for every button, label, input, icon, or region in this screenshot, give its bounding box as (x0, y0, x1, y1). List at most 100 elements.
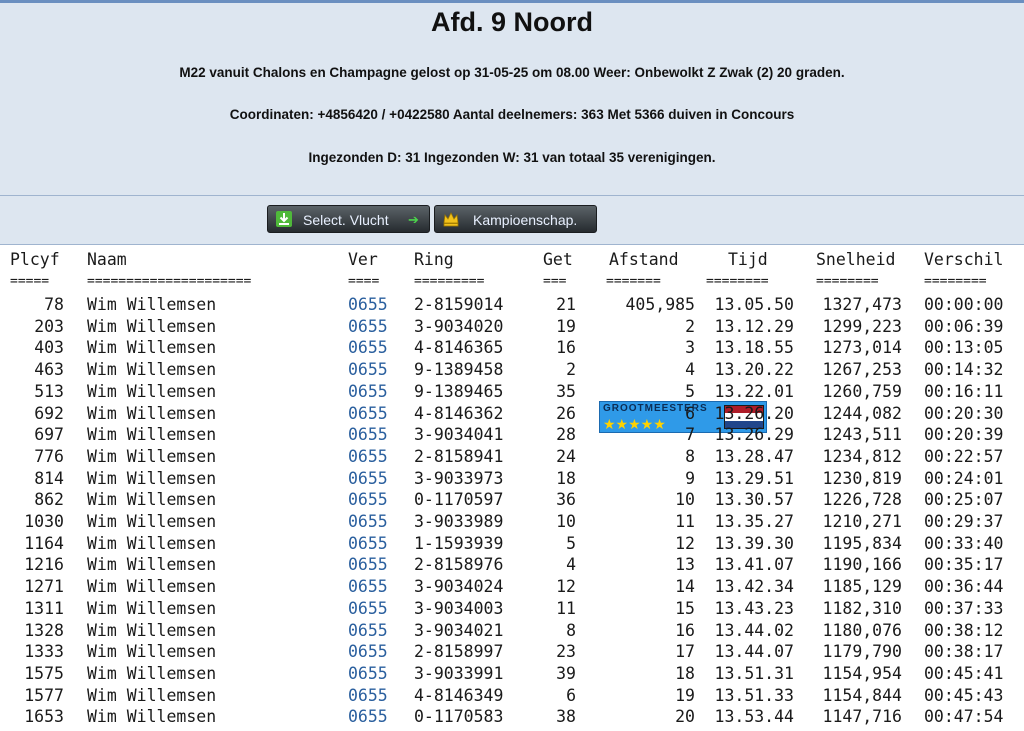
separator-plcyf: ===== (10, 274, 50, 289)
cell-verschil: 00:38:12 (924, 620, 1004, 640)
cell-ver[interactable]: 0655 (348, 404, 388, 423)
cell-snelheid: 1244,082 (822, 403, 902, 423)
cell-ver[interactable]: 0655 (348, 295, 388, 314)
cell-tijd: 13.12.29 (714, 316, 794, 336)
cell-ring: 2-8158941 (414, 446, 504, 466)
cell-afstand: 19 (675, 685, 695, 705)
cell-plcyf: 814 (34, 468, 64, 488)
cell-ver[interactable]: 0655 (348, 447, 388, 466)
cell-ver[interactable]: 0655 (348, 338, 388, 357)
cell-ver[interactable]: 0655 (348, 512, 388, 531)
separator-afstand: ======= (606, 274, 661, 289)
select-flight-button[interactable]: Select. Vlucht ➔ (267, 205, 430, 233)
table-row: 1333 Wim Willemsen 0655 2-8158997 23 17 13.44.… (0, 642, 1024, 664)
cell-afstand: 17 (675, 642, 695, 662)
cell-ring: 1-1593939 (414, 533, 504, 553)
cell-afstand: 5 (685, 381, 695, 401)
cell-get: 21 (556, 295, 576, 314)
cell-ring: 4-8146365 (414, 338, 504, 358)
col-header-naam: Naam (87, 250, 127, 269)
cell-tijd: 13.41.07 (714, 555, 794, 575)
cell-naam: Wim Willemsen (87, 360, 217, 380)
cell-afstand: 15 (675, 598, 695, 618)
cell-plcyf: 1030 (24, 512, 64, 531)
cell-plcyf: 1271 (24, 577, 64, 597)
cell-ver[interactable]: 0655 (348, 621, 388, 640)
cell-verschil: 00:38:17 (924, 642, 1004, 662)
cell-naam: Wim Willemsen (87, 338, 217, 358)
championship-button[interactable]: Kampioenschap. (434, 205, 597, 233)
cell-ring: 9-1389465 (414, 381, 504, 401)
col-header-ring: Ring (414, 250, 454, 269)
cell-get: 6 (566, 685, 576, 705)
cell-tijd: 13.29.51 (714, 468, 794, 488)
cell-ring: 9-1389458 (414, 360, 504, 380)
cell-naam: Wim Willemsen (87, 642, 217, 662)
cell-naam: Wim Willemsen (87, 707, 217, 727)
cell-tijd: 13.39.30 (714, 533, 794, 553)
cell-verschil: 00:47:54 (924, 707, 1004, 727)
cell-snelheid: 1185,129 (822, 577, 902, 597)
cell-ver[interactable]: 0655 (348, 360, 388, 379)
cell-afstand: 2 (685, 316, 695, 336)
cell-snelheid: 1154,954 (822, 663, 902, 683)
cell-tijd: 13.28.47 (714, 446, 794, 466)
cell-ring: 3-9034041 (414, 425, 504, 445)
submitted-info: Ingezonden D: 31 Ingezonden W: 31 van to… (308, 150, 716, 165)
cell-ver[interactable]: 0655 (348, 469, 388, 488)
cell-afstand: 6 (685, 403, 695, 423)
cell-afstand: 12 (675, 533, 695, 553)
cell-verschil: 00:36:44 (924, 577, 1004, 597)
cell-tijd: 13.44.07 (714, 642, 794, 662)
cell-afstand: 10 (675, 490, 695, 510)
table-row: 403 Wim Willemsen 0655 4-8146365 16 3 13.18.55… (0, 338, 1024, 360)
cell-ring: 3-9034020 (414, 316, 504, 336)
cell-naam: Wim Willemsen (87, 316, 217, 336)
cell-verschil: 00:20:30 (924, 403, 1004, 423)
results-table: Plcyf Naam Ver Ring Get Afstand Tijd Sne… (0, 246, 1024, 731)
cell-ver[interactable]: 0655 (348, 425, 388, 444)
cell-ver[interactable]: 0655 (348, 642, 388, 661)
table-row: 1271 Wim Willemsen 0655 3-9034024 12 14 13.42.… (0, 577, 1024, 599)
cell-ring: 3-9034003 (414, 598, 504, 618)
cell-tijd: 13.05.50 (714, 295, 794, 314)
cell-get: 5 (566, 533, 576, 553)
cell-plcyf: 862 (34, 490, 64, 510)
separator-get: === (543, 274, 567, 289)
table-row: 463 Wim Willemsen 0655 9-1389458 2 4 13.20.22 1… (0, 360, 1024, 382)
cell-verschil: 00:16:11 (924, 381, 1004, 401)
cell-ver[interactable]: 0655 (348, 686, 388, 705)
cell-get: 16 (556, 338, 576, 358)
cell-ring: 3-9034024 (414, 577, 504, 597)
cell-verschil: 00:24:01 (924, 468, 1004, 488)
cell-get: 38 (556, 707, 576, 727)
cell-ver[interactable]: 0655 (348, 599, 388, 618)
cell-snelheid: 1260,759 (822, 381, 902, 401)
cell-plcyf: 513 (34, 381, 64, 401)
cell-ver[interactable]: 0655 (348, 490, 388, 509)
cell-ver[interactable]: 0655 (348, 707, 388, 726)
cell-tijd: 13.53.44 (714, 707, 794, 727)
cell-naam: Wim Willemsen (87, 381, 217, 401)
table-row: 1030 Wim Willemsen 0655 3-9033989 10 11 13.35.… (0, 512, 1024, 534)
cell-plcyf: 776 (34, 446, 64, 466)
table-row: 513 Wim Willemsen 0655 9-1389465 35 5 13.22.01… (0, 382, 1024, 404)
cell-ver[interactable]: 0655 (348, 555, 388, 574)
arrow-right-icon: ➔ (408, 212, 419, 227)
toolbar: Select. Vlucht ➔ Kampioenschap. GROOTMEE… (0, 196, 1024, 433)
cell-snelheid: 1230,819 (822, 468, 902, 488)
cell-get: 19 (556, 316, 576, 336)
cell-ver[interactable]: 0655 (348, 382, 388, 401)
cell-snelheid: 1147,716 (822, 707, 902, 727)
cell-ver[interactable]: 0655 (348, 317, 388, 336)
table-row: 862 Wim Willemsen 0655 0-1170597 36 10 13.30.5… (0, 490, 1024, 512)
cell-verschil: 00:45:43 (924, 685, 1004, 705)
page-title: Afd. 9 Noord (431, 7, 593, 37)
cell-ver[interactable]: 0655 (348, 534, 388, 553)
cell-naam: Wim Willemsen (87, 425, 217, 445)
col-header-get: Get (543, 250, 573, 269)
cell-snelheid: 1267,253 (822, 360, 902, 380)
cell-ver[interactable]: 0655 (348, 664, 388, 683)
cell-ver[interactable]: 0655 (348, 577, 388, 596)
cell-plcyf: 692 (34, 403, 64, 423)
